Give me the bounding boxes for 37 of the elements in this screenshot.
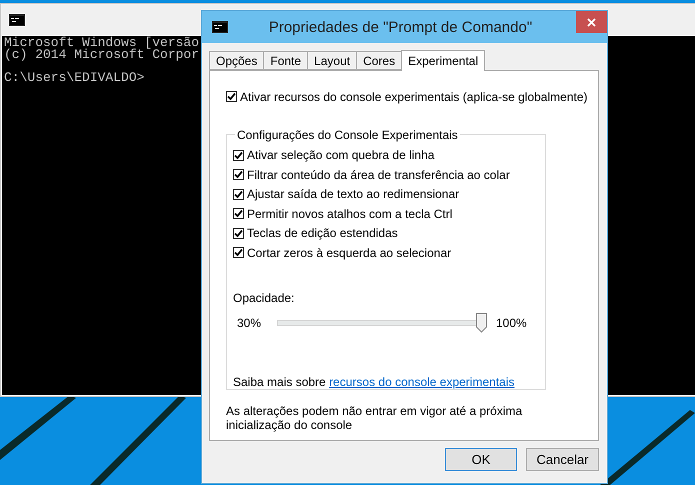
check-icon	[234, 228, 243, 238]
close-icon	[587, 18, 596, 26]
learn-more-link[interactable]: recursos do console experimentais	[329, 374, 514, 388]
console-line: (c) 2014 Microsoft Corpor	[3, 48, 200, 60]
tab[interactable]: Layout	[307, 51, 358, 70]
console-line: Microsoft Windows [versão	[3, 37, 200, 48]
checkbox[interactable]: Ajustar saída de texto ao redimensionar	[233, 184, 539, 204]
close-button[interactable]	[576, 11, 607, 33]
checkbox[interactable]: Permitir novos atalhos com a tecla Ctrl	[233, 204, 539, 224]
checkbox[interactable]: Cortar zeros à esquerda ao selecionar	[233, 243, 539, 262]
tab[interactable]: Opções	[209, 51, 264, 70]
console-prompt: C:\Users\EDIVALDO>	[3, 72, 146, 83]
window-title: Propriedades de "Prompt de Comando"	[268, 18, 534, 36]
tab[interactable]: Cores	[356, 51, 402, 70]
check-icon	[234, 150, 243, 160]
command-prompt-icon	[9, 14, 25, 26]
check-icon	[234, 170, 243, 180]
note-text: As alterações podem não entrar em vigor até a próxima inicialização do console	[226, 404, 524, 432]
checkbox[interactable]: Teclas de edição estendidas	[233, 224, 539, 243]
slider-thumb[interactable]	[476, 312, 487, 332]
check-icon	[227, 92, 236, 102]
tab[interactable]: Experimental	[401, 50, 486, 71]
group-title: Configurações do Console Experimentais	[236, 128, 459, 142]
dialog-button[interactable]: Cancelar	[526, 448, 599, 471]
max-label: 100%	[496, 316, 527, 330]
check-icon	[234, 248, 243, 258]
tab[interactable]: Fonte	[263, 51, 308, 70]
learn-more-text: Saiba mais sobre recursos do console experimentais	[233, 374, 516, 388]
dialog-button[interactable]: OK	[445, 448, 517, 471]
command-prompt-icon	[212, 21, 228, 33]
check-icon	[234, 209, 243, 218]
opacity-label: Opacidade:	[233, 290, 296, 304]
checkbox[interactable]: Filtrar conteúdo da área de transferência ao colar	[233, 165, 539, 184]
check-icon	[234, 190, 243, 199]
checkbox[interactable]: Ativar recursos do console experimentais (aplica-se globalmente)	[226, 87, 598, 106]
checkbox[interactable]: Ativar seleção com quebra de linha	[233, 146, 539, 165]
min-label: 30%	[236, 316, 262, 330]
